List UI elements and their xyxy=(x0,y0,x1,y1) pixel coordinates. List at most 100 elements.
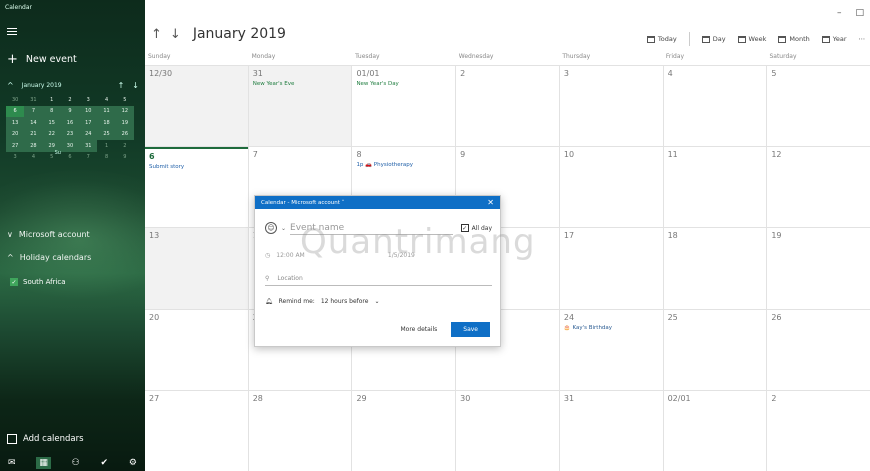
mini-calendar-month[interactable]: January 2019 xyxy=(22,82,110,89)
mini-calendar-day[interactable]: 5 xyxy=(116,94,134,106)
todo-icon[interactable]: ✔ xyxy=(101,458,109,468)
mini-calendar-day[interactable]: 19 xyxy=(115,117,134,129)
day-cell[interactable]: 17 xyxy=(558,228,663,309)
mini-calendar-day[interactable]: 13 xyxy=(6,117,25,129)
microsoft-account-toggle[interactable]: ∨ Microsoft account xyxy=(7,230,90,239)
mini-calendar-day[interactable]: 4 xyxy=(97,94,115,106)
save-button[interactable]: Save xyxy=(451,322,490,337)
month-title[interactable]: January 2019 xyxy=(193,26,286,42)
week-icon xyxy=(737,35,746,43)
mini-calendar-day[interactable]: 6 xyxy=(6,105,25,117)
remind-select[interactable]: 12 hours before xyxy=(321,298,369,305)
day-cell[interactable]: 3 xyxy=(558,66,663,147)
mini-calendar-day[interactable]: 23 xyxy=(60,128,80,140)
settings-icon[interactable]: ⚙ xyxy=(129,458,137,468)
mini-calendar-day[interactable]: 17 xyxy=(79,117,98,129)
checkbox-checked-icon[interactable]: ✓ xyxy=(10,278,18,286)
day-cell[interactable]: 01/01 New Year's Day xyxy=(351,66,455,147)
mini-calendar-day[interactable]: 10 xyxy=(79,105,98,117)
mini-calendar-day[interactable]: 18 xyxy=(97,117,116,129)
day-cell[interactable]: 6 Submit story xyxy=(145,147,248,227)
mini-calendar-day[interactable]: 31 xyxy=(24,94,42,106)
mini-calendar-day[interactable]: 8 xyxy=(42,105,61,117)
mini-calendar-day[interactable]: 20 xyxy=(6,128,25,140)
today-button[interactable]: Today xyxy=(646,35,677,43)
day-cell[interactable]: 30 xyxy=(455,390,559,471)
mini-calendar-day[interactable]: 25 xyxy=(97,128,116,140)
calendar-icon[interactable]: ▦ xyxy=(36,456,51,469)
day-cell[interactable]: 31 xyxy=(558,390,663,471)
collapse-chevron-icon[interactable]: ^ xyxy=(7,81,14,90)
month-view-button[interactable]: Month xyxy=(778,35,810,43)
day-cell[interactable]: 18 xyxy=(662,228,767,309)
day-number: 6 xyxy=(149,152,155,162)
mini-calendar-day[interactable]: 9 xyxy=(60,105,80,117)
mini-calendar-day[interactable]: 2 xyxy=(61,94,79,106)
day-view-button[interactable]: Day xyxy=(701,35,726,43)
add-calendars-button[interactable]: Add calendars xyxy=(7,434,84,444)
emoji-picker-icon[interactable]: ☺ xyxy=(265,222,277,234)
maximize-icon[interactable]: □ xyxy=(855,8,864,18)
mini-calendar-day[interactable]: 24 xyxy=(79,128,98,140)
mini-calendar-day[interactable]: 11 xyxy=(97,105,116,117)
day-cell[interactable]: 12/30 xyxy=(145,66,248,147)
day-cell[interactable]: 25 xyxy=(662,309,767,390)
day-number: 02/01 xyxy=(667,393,691,403)
day-cell[interactable]: 28 xyxy=(247,390,352,471)
day-cell[interactable]: 20 xyxy=(145,310,248,390)
previous-arrow-icon[interactable]: ↑ xyxy=(151,27,162,42)
mini-calendar-day[interactable]: 30 xyxy=(6,94,24,106)
mini-calendar-day[interactable]: 22 xyxy=(42,128,61,140)
location-input[interactable]: Location xyxy=(277,275,302,282)
mini-calendar-day[interactable]: 3 xyxy=(79,94,97,106)
mini-calendar-day[interactable]: 7 xyxy=(24,105,43,117)
more-details-link[interactable]: More details xyxy=(400,326,437,333)
chevron-down-icon[interactable]: ⌄ xyxy=(281,225,286,232)
chevron-down-icon[interactable]: ⌄ xyxy=(374,298,379,305)
day-cell[interactable]: 4 xyxy=(662,66,767,147)
new-event-button[interactable]: + New event xyxy=(7,53,77,66)
people-icon[interactable]: ⚇ xyxy=(72,458,80,468)
day-cell[interactable]: 26 xyxy=(766,309,870,390)
prev-month-arrow-icon[interactable]: ↑ xyxy=(118,81,125,90)
mini-calendar-day[interactable]: 26 xyxy=(115,128,134,140)
calendar-item-south-africa[interactable]: ✓ South Africa xyxy=(10,278,66,286)
day-cell[interactable]: 12 xyxy=(766,147,870,228)
mini-calendar-day[interactable]: 14 xyxy=(24,117,43,129)
mail-icon[interactable]: ✉ xyxy=(8,458,16,468)
more-options-icon[interactable]: ⋯ xyxy=(859,35,866,43)
mini-calendar-day[interactable]: 21 xyxy=(24,128,43,140)
chevron-down-icon: ∨ xyxy=(7,230,13,239)
next-arrow-icon[interactable]: ↓ xyxy=(170,27,181,42)
calendar-event[interactable]: Submit story xyxy=(149,164,244,170)
mini-calendar-day[interactable]: 1 xyxy=(43,94,61,106)
day-cell[interactable]: 31 New Year's Eve xyxy=(247,66,352,147)
day-cell[interactable]: 11 xyxy=(662,147,767,228)
hamburger-menu-icon[interactable] xyxy=(7,28,17,36)
day-cell[interactable]: 2 xyxy=(455,66,559,147)
holiday-calendars-toggle[interactable]: ^ Holiday calendars xyxy=(7,253,91,262)
minimize-icon[interactable]: – xyxy=(837,8,842,18)
year-view-button[interactable]: Year xyxy=(821,35,847,43)
calendar-event[interactable]: New Year's Eve xyxy=(253,81,348,87)
day-cell[interactable]: 13 xyxy=(145,228,248,309)
mini-calendar-day[interactable]: 12 xyxy=(115,105,134,117)
day-cell[interactable]: 10 xyxy=(558,147,663,228)
holiday-calendars-label: Holiday calendars xyxy=(19,253,92,262)
calendar-event[interactable]: 1p 🚗 Physiotherapy xyxy=(356,162,451,168)
calendar-selector[interactable]: Calendar - Microsoft account ˅ xyxy=(261,200,344,206)
day-cell[interactable]: 02/01 xyxy=(662,390,767,471)
mini-calendar-day[interactable]: 15 xyxy=(42,117,61,129)
day-cell[interactable]: 29 xyxy=(351,390,455,471)
day-cell[interactable]: 24 🎂 Kay's Birthday xyxy=(558,309,663,390)
close-icon[interactable]: ✕ xyxy=(487,198,494,207)
day-cell[interactable]: 2 xyxy=(766,390,870,471)
next-month-arrow-icon[interactable]: ↓ xyxy=(132,81,139,90)
day-cell[interactable]: 19 xyxy=(766,228,870,309)
calendar-event[interactable]: 🎂 Kay's Birthday xyxy=(564,325,659,331)
calendar-event[interactable]: New Year's Day xyxy=(356,81,451,87)
day-cell[interactable]: 27 xyxy=(145,391,248,471)
day-cell[interactable]: 5 xyxy=(766,66,870,147)
mini-calendar-day[interactable]: 16 xyxy=(60,117,80,129)
week-view-button[interactable]: Week xyxy=(737,35,766,43)
